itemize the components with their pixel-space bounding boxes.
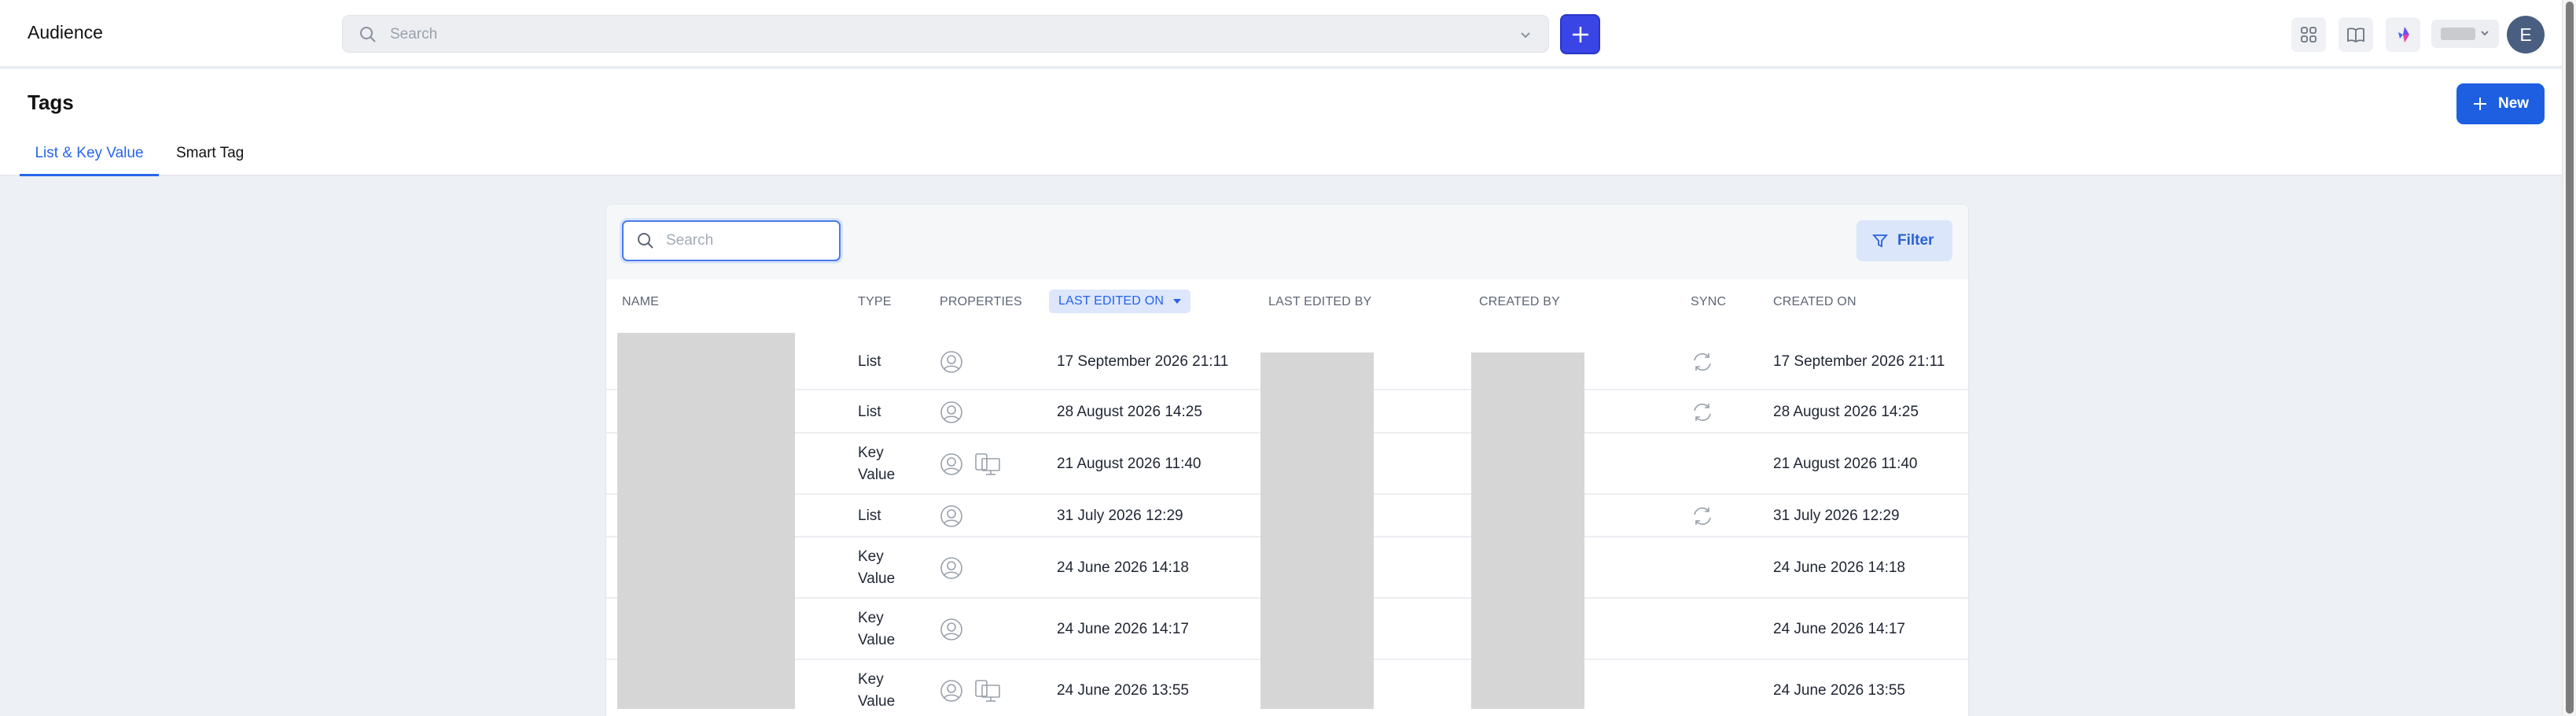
brand-button[interactable] — [2386, 17, 2420, 52]
tab-list-key-value[interactable]: List & Key Value — [20, 145, 159, 176]
row-type-line: Key — [858, 610, 884, 626]
device-icon — [974, 677, 1001, 708]
user-icon — [940, 350, 963, 378]
column-header-last-edited-on[interactable]: LAST EDITED ON — [1049, 290, 1191, 313]
top-bar: Audience Search E — [0, 0, 2562, 68]
filter-button[interactable]: Filter — [1857, 220, 1952, 261]
sync-icon[interactable] — [1691, 505, 1713, 531]
column-header-last-edited-by[interactable]: LAST EDITED BY — [1268, 295, 1371, 309]
user-icon — [940, 504, 963, 532]
workspace-switcher[interactable] — [2431, 20, 2499, 48]
table-toolbar: Filter — [606, 205, 1968, 279]
apps-icon — [2301, 27, 2317, 42]
row-created-on: 24 June 2026 13:55 — [1773, 682, 1905, 699]
name-column-redacted — [617, 333, 795, 709]
sort-desc-icon — [1173, 298, 1182, 304]
app-title: Audience — [28, 22, 103, 42]
docs-button[interactable] — [2339, 17, 2373, 52]
row-type: Key Value — [858, 607, 895, 651]
add-button[interactable] — [1560, 14, 1600, 54]
row-type-line: Value — [858, 570, 896, 587]
chevron-down-icon[interactable] — [1518, 28, 1533, 42]
sync-icon[interactable] — [1691, 351, 1713, 377]
user-icon — [940, 400, 963, 428]
row-type: List — [858, 352, 881, 370]
row-created-on: 24 June 2026 14:17 — [1773, 621, 1905, 637]
user-icon — [940, 618, 963, 645]
column-header-properties[interactable]: PROPERTIES — [940, 295, 1022, 309]
row-last-edited-on: 17 September 2026 21:11 — [1057, 352, 1229, 370]
row-last-edited-on: 24 June 2026 13:55 — [1057, 682, 1189, 699]
row-created-on: 17 September 2026 21:11 — [1773, 352, 1945, 370]
last-edited-by-redacted — [1260, 352, 1374, 709]
plus-icon — [1573, 27, 1588, 42]
table-search-input[interactable] — [666, 230, 823, 252]
column-header-type[interactable]: TYPE — [858, 295, 892, 309]
column-header-created-on[interactable]: CREATED ON — [1773, 295, 1857, 309]
row-last-edited-on: 24 June 2026 14:18 — [1057, 559, 1189, 576]
table-search[interactable] — [622, 220, 841, 261]
row-last-edited-on: 24 June 2026 14:17 — [1057, 621, 1189, 637]
global-search-placeholder: Search — [390, 26, 438, 42]
row-last-edited-on: 21 August 2026 11:40 — [1057, 456, 1202, 472]
page-scrollbar[interactable] — [2562, 0, 2576, 716]
sync-icon[interactable] — [1691, 401, 1713, 427]
book-icon — [2347, 28, 2364, 43]
new-button-label: New — [2498, 95, 2530, 112]
device-icon — [974, 451, 1001, 482]
apps-button[interactable] — [2291, 17, 2326, 52]
column-header-name[interactable]: NAME — [622, 295, 659, 309]
row-created-on: 28 August 2026 14:25 — [1773, 403, 1919, 420]
chevron-down-icon — [2481, 31, 2489, 36]
user-icon — [940, 679, 963, 707]
plus-icon — [2474, 98, 2486, 110]
search-icon — [360, 27, 376, 42]
workspace-name-redacted — [2441, 28, 2475, 40]
avatar[interactable]: E — [2507, 16, 2545, 54]
brand-icon — [2398, 27, 2409, 42]
column-header-created-by[interactable]: CREATED BY — [1479, 295, 1560, 309]
row-created-on: 24 June 2026 14:18 — [1773, 559, 1905, 576]
row-created-on: 31 July 2026 12:29 — [1773, 507, 1900, 524]
search-icon — [638, 233, 653, 249]
row-type-line: Value — [858, 467, 896, 483]
global-search-input[interactable]: Search — [342, 15, 1549, 53]
row-type-line: Key — [858, 671, 884, 688]
tab-smart-tag[interactable]: Smart Tag — [176, 145, 244, 176]
row-type-line: Value — [858, 693, 896, 710]
tags-table-card: Filter NAME TYPE PROPERTIES LAST EDITED … — [605, 204, 1969, 716]
filter-icon — [1872, 234, 1888, 248]
filter-button-label: Filter — [1897, 232, 1934, 249]
row-type: List — [858, 507, 881, 524]
row-last-edited-on: 31 July 2026 12:29 — [1057, 507, 1183, 524]
row-type: Key Value — [858, 546, 895, 590]
row-type-line: Key — [858, 445, 884, 461]
column-header-sync[interactable]: SYNC — [1691, 295, 1726, 309]
row-type: List — [858, 403, 881, 420]
user-icon — [940, 556, 963, 584]
row-created-on: 21 August 2026 11:40 — [1773, 456, 1918, 472]
row-type: Key Value — [858, 669, 895, 713]
column-header-last-edited-on-label: LAST EDITED ON — [1058, 294, 1165, 308]
scrollbar-thumb[interactable] — [2566, 2, 2574, 714]
row-last-edited-on: 28 August 2026 14:25 — [1057, 403, 1202, 420]
page-title: Tags — [28, 90, 74, 114]
user-icon — [940, 452, 963, 480]
page-header: Tags New List & Key Value Smart Tag — [0, 69, 2562, 176]
new-button[interactable]: New — [2456, 83, 2545, 124]
row-type-line: Value — [858, 632, 896, 648]
created-by-redacted — [1471, 352, 1584, 709]
row-type-line: Key — [858, 548, 884, 565]
row-type: Key Value — [858, 442, 895, 486]
